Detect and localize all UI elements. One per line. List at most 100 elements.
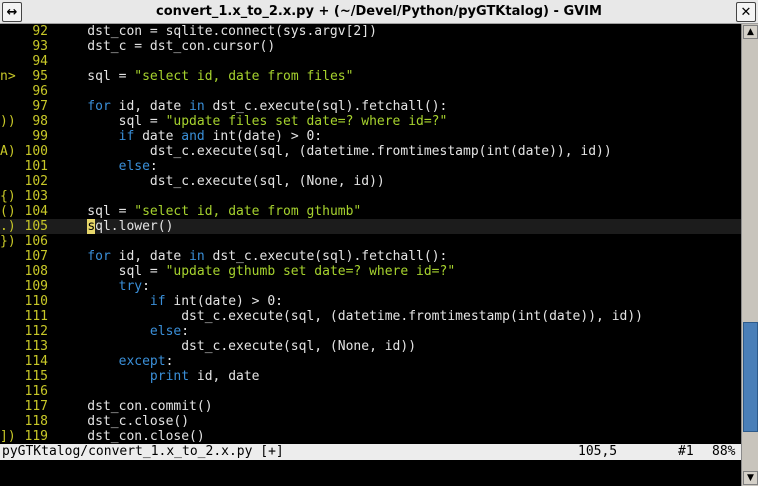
code-line[interactable]: 113 dst_c.execute(sql, (None, id)): [0, 339, 741, 354]
code-line[interactable]: 99 if date and int(date) > 0:: [0, 129, 741, 144]
title-bar: ↔ convert_1.x_to_2.x.py + (~/Devel/Pytho…: [0, 0, 758, 24]
code-token: int(date) > 0:: [204, 129, 323, 144]
code-token: print: [56, 369, 190, 384]
code-line[interactable]: 107 for id, date in dst_c.execute(sql).f…: [0, 249, 741, 264]
code-line[interactable]: 118 dst_c.close(): [0, 414, 741, 429]
code-token: date: [134, 129, 182, 144]
code-line[interactable]: n> 95 sql = "select id, date from files": [0, 69, 741, 84]
code-token: :: [142, 279, 150, 294]
scroll-up-arrow-icon[interactable]: ▲: [743, 25, 758, 39]
line-number: 94: [32, 54, 48, 69]
code-text: else:: [56, 159, 158, 174]
code-text: sql = "update files set date=? where id=…: [56, 114, 448, 129]
code-token: dst_c.execute(sql, (datetime.fromtimesta…: [56, 144, 612, 159]
line-number: 106: [24, 234, 48, 249]
code-text: dst_c = dst_con.cursor(): [56, 39, 275, 54]
code-line[interactable]: () 104 sql = "select id, date from gthumb…: [0, 204, 741, 219]
code-line[interactable]: A) 100 dst_c.execute(sql, (datetime.fromt…: [0, 144, 741, 159]
code-line[interactable]: }) 106: [0, 234, 741, 249]
code-line[interactable]: 94: [0, 54, 741, 69]
code-line[interactable]: 111 dst_c.execute(sql, (datetime.fromtim…: [0, 309, 741, 324]
code-token: sql =: [56, 264, 166, 279]
line-number: 103: [24, 189, 48, 204]
editor-text-area[interactable]: 92 dst_con = sqlite.connect(sys.argv[2])…: [0, 24, 741, 444]
code-token: sql =: [56, 69, 135, 84]
window-menu-icon[interactable]: ↔: [2, 2, 22, 22]
code-line[interactable]: 112 else:: [0, 324, 741, 339]
close-icon[interactable]: ✕: [736, 2, 756, 22]
status-line: pyGTKtalog/convert_1.x_to_2.x.py [+] 105…: [0, 444, 741, 460]
code-line[interactable]: )) 98 sql = "update files set date=? wher…: [0, 114, 741, 129]
line-number: 96: [32, 84, 48, 99]
sign-column-mark: ]): [0, 429, 16, 444]
code-text: dst_con.commit(): [56, 399, 213, 414]
line-number: 100: [24, 144, 48, 159]
scrollbar-thumb[interactable]: [743, 322, 758, 433]
status-percent: 88%: [712, 444, 736, 459]
code-line[interactable]: 117 dst_con.commit(): [0, 399, 741, 414]
code-token: id, date: [189, 369, 260, 384]
code-text: print id, date: [56, 369, 260, 384]
sign-column-mark: .): [0, 219, 16, 234]
line-number: 116: [24, 384, 48, 399]
code-text: dst_con.close(): [56, 429, 205, 444]
sign-column-mark: n>: [0, 69, 16, 84]
code-line[interactable]: ]) 119 dst_con.close(): [0, 429, 741, 444]
code-token: try: [56, 279, 143, 294]
code-line[interactable]: 114 except:: [0, 354, 741, 369]
code-text: dst_c.execute(sql, (None, id)): [56, 174, 385, 189]
sign-column-mark: {): [0, 189, 16, 204]
code-token: in: [189, 249, 205, 264]
code-text: dst_c.execute(sql, (datetime.fromtimesta…: [56, 144, 612, 159]
code-line[interactable]: 93 dst_c = dst_con.cursor(): [0, 39, 741, 54]
code-token: else: [56, 159, 150, 174]
code-line[interactable]: 109 try:: [0, 279, 741, 294]
line-number: 98: [32, 114, 48, 129]
code-line[interactable]: 97 for id, date in dst_c.execute(sql).fe…: [0, 99, 741, 114]
code-line[interactable]: 116: [0, 384, 741, 399]
code-text: for id, date in dst_c.execute(sql).fetch…: [56, 99, 447, 114]
code-line[interactable]: {) 103: [0, 189, 741, 204]
scroll-down-arrow-icon[interactable]: ▼: [743, 471, 758, 485]
code-text: sql = "update gthumb set date=? where id…: [56, 264, 456, 279]
code-token: else: [56, 324, 182, 339]
code-line[interactable]: 110 if int(date) > 0:: [0, 294, 741, 309]
code-token: for: [56, 249, 111, 264]
code-text: if int(date) > 0:: [56, 294, 283, 309]
code-line[interactable]: 92 dst_con = sqlite.connect(sys.argv[2]): [0, 24, 741, 39]
line-number: 109: [24, 279, 48, 294]
code-token: "update files set date=? where id=?": [165, 114, 448, 129]
command-line[interactable]: [0, 460, 741, 486]
line-number: 95: [32, 69, 48, 84]
code-line[interactable]: 102 dst_c.execute(sql, (None, id)): [0, 174, 741, 189]
code-token: if: [56, 129, 135, 144]
line-number: 107: [24, 249, 48, 264]
code-token: dst_con.close(): [56, 429, 205, 444]
code-line[interactable]: 108 sql = "update gthumb set date=? wher…: [0, 264, 741, 279]
code-token: int(date) > 0:: [165, 294, 283, 309]
code-token: "update gthumb set date=? where id=?": [165, 264, 456, 279]
code-token: in: [189, 99, 205, 114]
sign-column-mark: A): [0, 144, 16, 159]
code-line[interactable]: 115 print id, date: [0, 369, 741, 384]
code-token: "select id, date from files": [134, 69, 354, 84]
code-token: dst_c.execute(sql, (None, id)): [56, 174, 385, 189]
code-line[interactable]: 96: [0, 84, 741, 99]
status-file-name: pyGTKtalog/convert_1.x_to_2.x.py [+]: [2, 444, 284, 459]
code-token: id, date: [110, 249, 190, 264]
window-title: convert_1.x_to_2.x.py + (~/Devel/Python/…: [156, 4, 602, 19]
code-token: dst_c.execute(sql).fetchall():: [204, 249, 448, 264]
code-token: dst_con = sqlite.connect(sys.argv[2]): [56, 24, 377, 39]
code-token: sql =: [56, 204, 135, 219]
code-line[interactable]: .) 105 sql.lower(): [0, 219, 741, 234]
code-token: id, date: [110, 99, 190, 114]
vertical-scrollbar[interactable]: ▲ ▼: [741, 24, 758, 486]
code-line[interactable]: 101 else:: [0, 159, 741, 174]
code-token: dst_con.commit(): [56, 399, 213, 414]
code-token: dst_c.execute(sql).fetchall():: [204, 99, 448, 114]
status-buffer-number: #1: [678, 444, 694, 459]
line-number: 104: [24, 204, 48, 219]
status-cursor-position: 105,5: [578, 444, 618, 459]
code-text: sql.lower(): [56, 219, 173, 234]
code-text: else:: [56, 324, 189, 339]
